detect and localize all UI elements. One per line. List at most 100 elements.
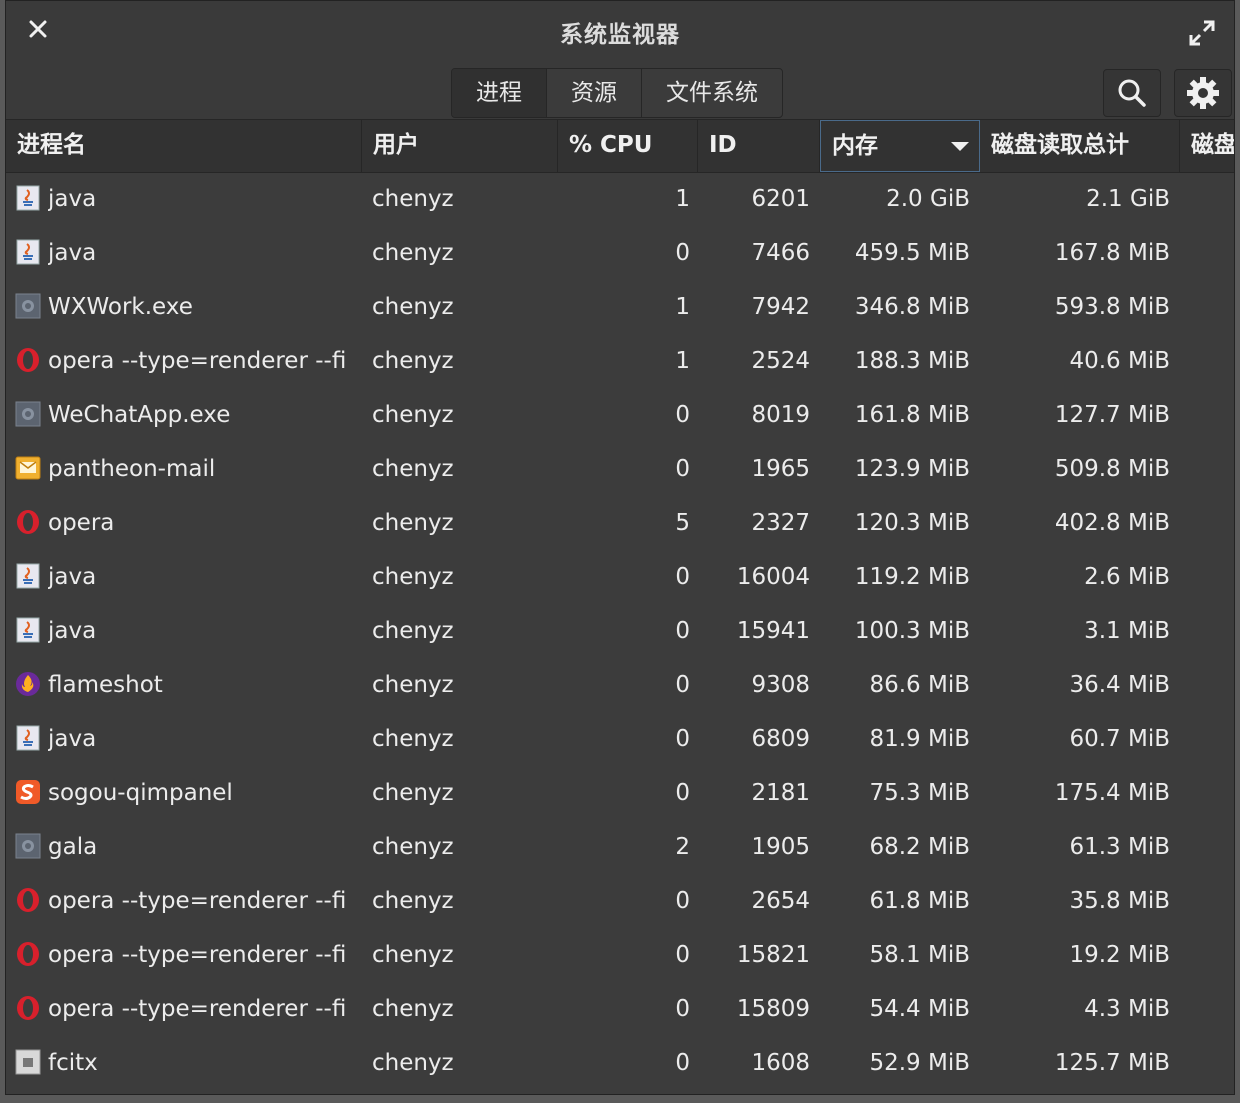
exe-app-icon: [15, 401, 41, 427]
process-user: chenyz: [372, 996, 454, 1022]
java-app-icon: [15, 617, 41, 643]
process-cpu: 2: [675, 834, 690, 860]
table-row[interactable]: gala chenyz 2 1905 68.2 MiB 61.3 MiB: [6, 820, 1234, 874]
system-monitor-window: 系统监视器 进程 资源 文件系统 进程名 用户 % CPU ID 内存 磁盘读取…: [5, 0, 1235, 1095]
process-user: chenyz: [372, 510, 454, 536]
search-button[interactable]: [1103, 69, 1161, 117]
table-row[interactable]: sogou-qimpanel chenyz 0 2181 75.3 MiB 175.4 M…: [6, 766, 1234, 820]
process-user: chenyz: [372, 294, 454, 320]
opera-app-icon: [15, 995, 41, 1021]
process-cpu: 0: [675, 672, 690, 698]
process-user: chenyz: [372, 888, 454, 914]
process-cpu: 0: [675, 1050, 690, 1076]
process-cpu: 0: [675, 564, 690, 590]
table-header: 进程名 用户 % CPU ID 内存 磁盘读取总计 磁盘: [6, 119, 1234, 173]
process-disk-read: 125.7 MiB: [1054, 1050, 1170, 1076]
column-header-disk-read[interactable]: 磁盘读取总计: [980, 120, 1180, 172]
process-id: 1608: [751, 1050, 810, 1076]
process-cpu: 0: [675, 942, 690, 968]
table-row[interactable]: flameshot chenyz 0 9308 86.6 MiB 36.4 MiB: [6, 658, 1234, 712]
process-cpu: 0: [675, 996, 690, 1022]
table-row[interactable]: WXWork.exe chenyz 1 7942 346.8 MiB 593.8 MiB: [6, 280, 1234, 334]
column-header-id[interactable]: ID: [698, 120, 820, 172]
process-disk-read: 40.6 MiB: [1069, 348, 1170, 374]
process-memory: 100.3 MiB: [854, 618, 970, 644]
process-user: chenyz: [372, 942, 454, 968]
process-name: WXWork.exe: [48, 294, 193, 320]
process-name: sogou-qimpanel: [48, 780, 233, 806]
tab-resources[interactable]: 资源: [547, 69, 642, 117]
table-row[interactable]: java chenyz 0 6809 81.9 MiB 60.7 MiB: [6, 712, 1234, 766]
table-row[interactable]: opera --type=renderer --fi chenyz 0 15821 58…: [6, 928, 1234, 982]
opera-app-icon: [15, 509, 41, 535]
process-user: chenyz: [372, 564, 454, 590]
process-id: 2181: [751, 780, 810, 806]
table-row[interactable]: opera --type=renderer --fi chenyz 1 2524 188…: [6, 334, 1234, 388]
table-row[interactable]: fcitx chenyz 0 1608 52.9 MiB 125.7 MiB: [6, 1036, 1234, 1090]
process-disk-read: 4.3 MiB: [1084, 996, 1170, 1022]
process-user: chenyz: [372, 618, 454, 644]
process-disk-read: 60.7 MiB: [1069, 726, 1170, 752]
column-header-disk-extra[interactable]: 磁盘: [1180, 120, 1234, 172]
maximize-icon: [1189, 20, 1215, 46]
process-name: opera --type=renderer --fi: [48, 942, 347, 968]
table-row[interactable]: java chenyz 0 15941 100.3 MiB 3.1 MiB: [6, 604, 1234, 658]
opera-app-icon: [15, 941, 41, 967]
table-row[interactable]: java chenyz 0 7466 459.5 MiB 167.8 MiB: [6, 226, 1234, 280]
process-id: 6809: [751, 726, 810, 752]
process-disk-read: 35.8 MiB: [1069, 888, 1170, 914]
process-cpu: 0: [675, 618, 690, 644]
process-id: 7466: [751, 240, 810, 266]
settings-button[interactable]: [1174, 69, 1232, 117]
process-cpu: 0: [675, 726, 690, 752]
table-row[interactable]: WeChatApp.exe chenyz 0 8019 161.8 MiB 127.7 M…: [6, 388, 1234, 442]
process-memory: 54.4 MiB: [869, 996, 970, 1022]
process-name: fcitx: [48, 1050, 98, 1076]
process-cpu: 0: [675, 402, 690, 428]
process-id: 15941: [736, 618, 810, 644]
process-id: 7942: [751, 294, 810, 320]
process-disk-read: 2.1 GiB: [1086, 186, 1170, 212]
view-tabs: 进程 资源 文件系统: [451, 68, 783, 118]
table-row[interactable]: opera --type=renderer --fi chenyz 0 2654 61.…: [6, 874, 1234, 928]
process-memory: 75.3 MiB: [869, 780, 970, 806]
process-name: opera: [48, 510, 115, 536]
table-row[interactable]: java chenyz 1 6201 2.0 GiB 2.1 GiB: [6, 172, 1234, 226]
process-id: 2524: [751, 348, 810, 374]
process-disk-read: 2.6 MiB: [1084, 564, 1170, 590]
table-row[interactable]: java chenyz 0 16004 119.2 MiB 2.6 MiB: [6, 550, 1234, 604]
tab-filesystems[interactable]: 文件系统: [642, 69, 782, 117]
table-row[interactable]: opera chenyz 5 2327 120.3 MiB 402.8 MiB: [6, 496, 1234, 550]
process-id: 1905: [751, 834, 810, 860]
column-header-user[interactable]: 用户: [362, 120, 558, 172]
table-row[interactable]: pantheon-mail chenyz 0 1965 123.9 MiB 509.8 M…: [6, 442, 1234, 496]
column-header-name[interactable]: 进程名: [6, 120, 362, 172]
process-memory: 61.8 MiB: [869, 888, 970, 914]
process-disk-read: 167.8 MiB: [1054, 240, 1170, 266]
process-memory: 120.3 MiB: [854, 510, 970, 536]
process-user: chenyz: [372, 672, 454, 698]
sort-descending-icon: [951, 142, 969, 151]
process-disk-read: 36.4 MiB: [1069, 672, 1170, 698]
process-memory: 68.2 MiB: [869, 834, 970, 860]
column-header-memory[interactable]: 内存: [820, 120, 980, 172]
opera-app-icon: [15, 347, 41, 373]
process-name: opera --type=renderer --fi: [48, 888, 347, 914]
column-header-cpu[interactable]: % CPU: [558, 120, 698, 172]
process-name: opera --type=renderer --fi: [48, 996, 347, 1022]
process-memory: 123.9 MiB: [854, 456, 970, 482]
maximize-button[interactable]: [1188, 19, 1216, 47]
tab-processes[interactable]: 进程: [452, 69, 547, 117]
process-disk-read: 127.7 MiB: [1054, 402, 1170, 428]
process-memory: 58.1 MiB: [869, 942, 970, 968]
process-disk-read: 61.3 MiB: [1069, 834, 1170, 860]
process-cpu: 5: [675, 510, 690, 536]
search-icon: [1118, 79, 1146, 107]
window-title: 系统监视器: [560, 22, 680, 48]
process-id: 15821: [736, 942, 810, 968]
process-id: 9308: [751, 672, 810, 698]
process-cpu: 0: [675, 456, 690, 482]
table-row[interactable]: opera --type=renderer --fi chenyz 0 15809 54…: [6, 982, 1234, 1036]
mail-app-icon: [15, 455, 41, 481]
process-disk-read: 402.8 MiB: [1054, 510, 1170, 536]
